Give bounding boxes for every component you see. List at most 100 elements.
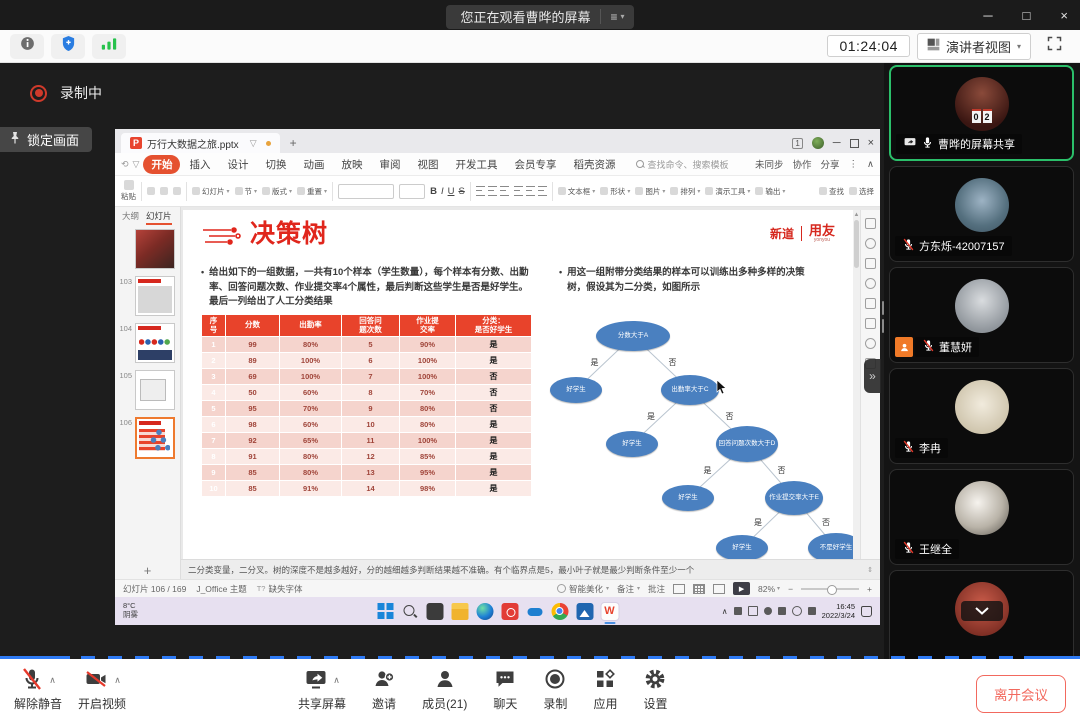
ribbon-action-未同步[interactable]: 未同步	[755, 157, 784, 171]
chevron-up-icon[interactable]: ∧	[49, 675, 56, 686]
wps-close-button[interactable]: ×	[868, 137, 874, 149]
tool-形状[interactable]: 形状▾	[600, 186, 630, 197]
tool-icon[interactable]	[173, 187, 181, 195]
slideshow-play-button[interactable]: ▶	[733, 582, 750, 595]
tool-重置[interactable]: 重置▾	[297, 186, 327, 197]
chevron-up-icon[interactable]: ∧	[333, 675, 340, 686]
zoom-slider[interactable]	[801, 588, 859, 590]
photos-app-icon[interactable]	[576, 603, 593, 620]
status-item[interactable]: J_Office 主题	[196, 583, 246, 595]
taskbar-clock[interactable]: 16:45 2022/3/24	[822, 602, 855, 620]
bottom-button-邀请[interactable]: 邀请	[372, 667, 396, 712]
close-button[interactable]: ×	[1060, 8, 1068, 23]
fullscreen-button[interactable]	[1038, 33, 1070, 59]
side-tool-icon[interactable]	[865, 278, 876, 289]
onedrive-icon[interactable]	[526, 603, 543, 620]
add-slide-button[interactable]: +	[115, 561, 180, 579]
maximize-button[interactable]: □	[1023, 8, 1031, 23]
slide-thumbnail-row[interactable]: 104	[117, 323, 175, 363]
watching-banner[interactable]: 您正在观看曹晔的屏幕 ≡▾	[446, 5, 633, 29]
normal-view-icon[interactable]	[673, 584, 685, 594]
scrollbar-thumb[interactable]	[854, 220, 859, 268]
tray-icon[interactable]	[764, 607, 772, 615]
search-icon[interactable]	[401, 603, 418, 620]
comments-button[interactable]: 批注	[648, 583, 665, 595]
tool-b[interactable]: B	[430, 186, 437, 197]
status-item[interactable]: T?缺失字体	[257, 583, 303, 595]
banner-menu-button[interactable]: ≡▾	[600, 9, 633, 24]
tool-节[interactable]: 节▾	[235, 186, 258, 197]
tool-排列[interactable]: 排列▾	[670, 186, 700, 197]
ribbon-tab-开始[interactable]: 开始	[143, 155, 180, 174]
slide-notes-bar[interactable]: 二分类变量，二分叉。树的深度不是越多越好，分的越细越多判断结果越不准确。有个临界…	[181, 559, 880, 579]
slide-thumbnail[interactable]	[135, 276, 175, 316]
tool-选择[interactable]: 选择	[849, 186, 874, 197]
wps-restore-button[interactable]	[850, 139, 859, 148]
minimize-button[interactable]: ─	[983, 8, 992, 23]
network-quality-button[interactable]	[92, 34, 126, 59]
side-tool-icon[interactable]	[865, 318, 876, 329]
zoom-level[interactable]: 82%▾	[758, 584, 780, 594]
file-explorer-icon[interactable]	[451, 603, 468, 620]
security-button[interactable]	[51, 34, 85, 59]
ribbon-action-协作[interactable]: 协作	[793, 157, 812, 171]
bottom-button-聊天[interactable]: 聊天	[493, 667, 517, 712]
slide-thumbnail[interactable]	[135, 229, 175, 269]
app-icon-dark[interactable]	[426, 603, 443, 620]
slide-thumbnail-row[interactable]: 105	[117, 370, 175, 410]
reading-view-icon[interactable]	[713, 584, 725, 594]
slide-thumbnail[interactable]	[135, 323, 175, 363]
ribbon-tab-开发工具[interactable]: 开发工具	[447, 155, 505, 174]
red-app-icon[interactable]	[501, 603, 518, 620]
side-tool-icon[interactable]	[865, 338, 876, 349]
participant-tile-王继全[interactable]: 王继全	[889, 469, 1074, 565]
notification-icon[interactable]	[861, 606, 872, 617]
chrome-icon[interactable]	[551, 603, 568, 620]
participant-tile-曹晔的屏幕共享[interactable]: 02曹晔的屏幕共享	[889, 65, 1074, 161]
side-tool-icon[interactable]	[865, 238, 876, 249]
tool-u[interactable]: U	[448, 186, 455, 197]
slide-thumbnail-row[interactable]	[117, 229, 175, 269]
sidebar-collapse-handle[interactable]: »	[864, 359, 881, 393]
thumb-tab-幻灯片[interactable]: 幻灯片	[146, 210, 172, 225]
participant-tile-方东烁-42007157[interactable]: 方东烁-42007157	[889, 166, 1074, 262]
view-mode-dropdown[interactable]: 演讲者视图 ▾	[917, 33, 1031, 60]
tool-paste[interactable]: 粘贴	[121, 180, 136, 202]
ribbon-tab-设计[interactable]: 设计	[219, 155, 256, 174]
tool-icon[interactable]	[160, 187, 168, 195]
beautify-button[interactable]: 智能美化▾	[557, 583, 609, 595]
tool-图片[interactable]: 图片▾	[635, 186, 665, 197]
zoom-out-button[interactable]: −	[788, 584, 793, 594]
tray-expand-icon[interactable]: ∧	[722, 607, 728, 616]
command-search[interactable]: 查找命令、搜索模板	[636, 158, 728, 171]
ribbon-tab-视图[interactable]: 视图	[409, 155, 446, 174]
ribbon-tab-稻壳资源[interactable]: 稻壳资源	[565, 155, 623, 174]
slide-thumbnail-row[interactable]: 106	[117, 417, 175, 459]
bottom-button-设置[interactable]: 设置	[643, 667, 667, 712]
save-icon[interactable]: ▽	[133, 159, 140, 170]
ribbon-tab-审阅[interactable]: 审阅	[371, 155, 408, 174]
undo-icon[interactable]: ⟲	[121, 159, 129, 170]
list-tools[interactable]	[514, 186, 547, 196]
weather-widget[interactable]: 8°C 阴雾	[123, 602, 138, 619]
ribbon-tab-插入[interactable]: 插入	[181, 155, 218, 174]
ribbon-action-分享[interactable]: 分享	[821, 157, 840, 171]
wps-minimize-button[interactable]: ─	[833, 137, 841, 149]
bottom-button-解除静音[interactable]: ∧解除静音	[14, 667, 62, 712]
side-tool-icon[interactable]	[865, 298, 876, 309]
tray-icon[interactable]	[792, 606, 802, 616]
lock-view-button[interactable]: 锁定画面	[0, 127, 92, 152]
slide-thumbnail-current[interactable]	[135, 417, 175, 459]
leave-meeting-button[interactable]: 离开会议	[976, 675, 1066, 713]
chevron-up-icon[interactable]: ∧	[114, 675, 121, 686]
zoom-in-button[interactable]: +	[867, 584, 872, 594]
tray-icon[interactable]	[778, 607, 786, 615]
tool-输出[interactable]: 输出▾	[755, 186, 785, 197]
tool-演示工具[interactable]: 演示工具▾	[705, 186, 750, 197]
side-tool-icon[interactable]	[865, 258, 876, 269]
participant-tile-董慧妍[interactable]: 董慧妍	[889, 267, 1074, 363]
wps-taskbar-icon[interactable]: W	[601, 603, 618, 620]
notes-button[interactable]: 备注▾	[617, 583, 640, 595]
ribbon-tab-动画[interactable]: 动画	[295, 155, 332, 174]
slide-canvas[interactable]: 决策树 新道 用友yonyou •给出如下的一组数据，一共有10个样本（学生数量…	[183, 210, 853, 559]
